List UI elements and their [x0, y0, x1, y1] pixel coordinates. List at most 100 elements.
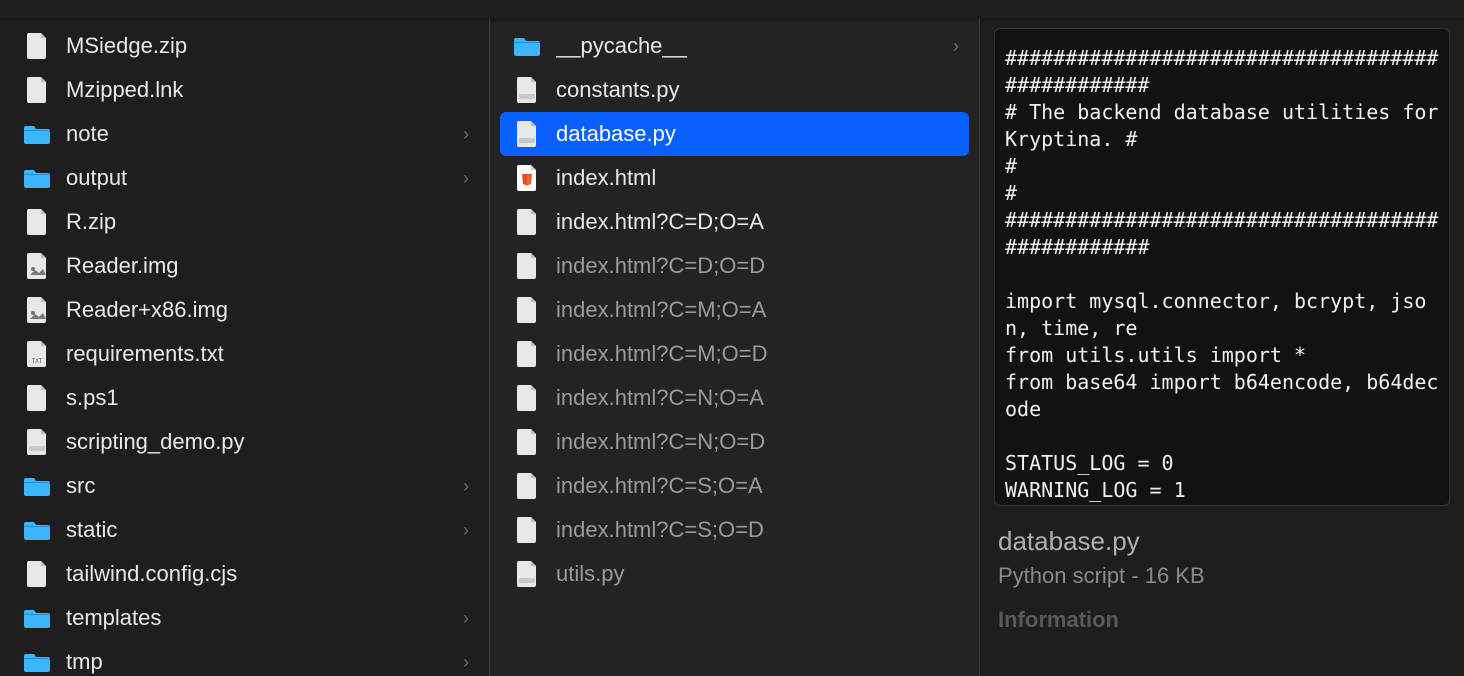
- file-item[interactable]: index.html?C=N;O=D: [500, 420, 969, 464]
- folder-icon: [24, 475, 50, 497]
- file-item[interactable]: index.html?C=S;O=D: [500, 508, 969, 552]
- item-label: index.html: [556, 165, 959, 191]
- item-label: utils.py: [556, 561, 959, 587]
- item-label: s.ps1: [66, 385, 469, 411]
- folder-item[interactable]: static›: [10, 508, 479, 552]
- file-item[interactable]: Reader.img: [10, 244, 479, 288]
- item-label: tmp: [66, 649, 457, 675]
- file-item[interactable]: index.html?C=D;O=D: [500, 244, 969, 288]
- file-txt-icon: TXT: [24, 341, 50, 367]
- file-icon: [26, 385, 48, 411]
- file-html-icon: [514, 165, 540, 191]
- chevron-right-icon: ›: [463, 608, 469, 629]
- folder-item[interactable]: tmp ›: [10, 640, 479, 676]
- item-label: scripting_demo.py: [66, 429, 469, 455]
- file-python-icon: [514, 121, 540, 147]
- file-item[interactable]: s.ps1: [10, 376, 479, 420]
- folder-item[interactable]: src›: [10, 464, 479, 508]
- file-item[interactable]: index.html?C=M;O=D: [500, 332, 969, 376]
- file-generic-icon: [514, 385, 540, 411]
- file-icon: [516, 209, 538, 235]
- item-label: R.zip: [66, 209, 469, 235]
- item-label: Reader+x86.img: [66, 297, 469, 323]
- file-item[interactable]: index.html?C=N;O=A: [500, 376, 969, 420]
- html-file-icon: [516, 165, 538, 191]
- folder-item[interactable]: output›: [10, 156, 479, 200]
- file-icon: [516, 121, 538, 147]
- file-generic-icon: [24, 77, 50, 103]
- file-list-2: __pycache__ › constants.py database.py in…: [490, 18, 979, 602]
- item-label: index.html?C=S;O=A: [556, 473, 959, 499]
- item-label: index.html?C=D;O=D: [556, 253, 959, 279]
- file-generic-icon: [514, 253, 540, 279]
- file-img-icon: [24, 253, 50, 279]
- item-label: MSiedge.zip: [66, 33, 469, 59]
- file-icon: [26, 429, 48, 455]
- file-icon: [26, 253, 48, 279]
- item-label: database.py: [556, 121, 959, 147]
- item-label: __pycache__: [556, 33, 947, 59]
- information-header: Information: [998, 607, 1446, 633]
- folder-icon: [24, 167, 50, 189]
- item-label: note: [66, 121, 457, 147]
- item-label: requirements.txt: [66, 341, 469, 367]
- folder-icon: [24, 607, 50, 629]
- file-icon: [26, 209, 48, 235]
- chevron-right-icon: ›: [463, 124, 469, 145]
- file-icon: [26, 561, 48, 587]
- folder-icon: [514, 35, 540, 57]
- file-generic-icon: [24, 385, 50, 411]
- file-item[interactable]: index.html?C=S;O=A: [500, 464, 969, 508]
- file-item[interactable]: index.html: [500, 156, 969, 200]
- file-item[interactable]: MSiedge.zip: [10, 24, 479, 68]
- file-item[interactable]: Mzipped.lnk: [10, 68, 479, 112]
- file-generic-icon: [514, 429, 540, 455]
- file-python-icon: [514, 77, 540, 103]
- folder-icon: [24, 473, 50, 499]
- item-label: index.html?C=N;O=A: [556, 385, 959, 411]
- top-shadow: [0, 18, 489, 24]
- file-item[interactable]: index.html?C=M;O=A: [500, 288, 969, 332]
- column-3-preview: ########################################…: [980, 18, 1464, 676]
- file-item[interactable]: database.py: [500, 112, 969, 156]
- file-icon: [516, 385, 538, 411]
- chevron-right-icon: ›: [463, 652, 469, 673]
- file-item[interactable]: constants.py: [500, 68, 969, 112]
- folder-icon: [24, 519, 50, 541]
- file-item[interactable]: scripting_demo.py: [10, 420, 479, 464]
- file-item[interactable]: utils.py: [500, 552, 969, 596]
- item-label: Mzipped.lnk: [66, 77, 469, 103]
- folder-item[interactable]: note ›: [10, 112, 479, 156]
- item-label: src: [66, 473, 457, 499]
- item-label: index.html?C=N;O=D: [556, 429, 959, 455]
- file-generic-icon: [514, 297, 540, 323]
- file-generic-icon: [514, 209, 540, 235]
- file-icon: [516, 77, 538, 103]
- column-2: __pycache__ › constants.py database.py in…: [490, 18, 980, 676]
- file-generic-icon: [24, 561, 50, 587]
- item-label: index.html?C=S;O=D: [556, 517, 959, 543]
- file-icon: TXT: [26, 341, 48, 367]
- folder-icon: [24, 651, 50, 673]
- file-icon: [26, 33, 48, 59]
- file-icon: [26, 77, 48, 103]
- file-item[interactable]: index.html?C=D;O=A: [500, 200, 969, 244]
- file-list-1: MSiedge.zip Mzipped.lnk note › output› R.…: [0, 18, 489, 676]
- file-icon: [516, 429, 538, 455]
- file-icon: [516, 341, 538, 367]
- file-item[interactable]: R.zip: [10, 200, 479, 244]
- folder-item[interactable]: __pycache__ ›: [500, 24, 969, 68]
- file-item[interactable]: tailwind.config.cjs: [10, 552, 479, 596]
- item-label: tailwind.config.cjs: [66, 561, 469, 587]
- file-preview: ########################################…: [994, 28, 1450, 506]
- chevron-right-icon: ›: [953, 36, 959, 57]
- file-generic-icon: [24, 33, 50, 59]
- folder-icon: [24, 123, 50, 145]
- chevron-right-icon: ›: [463, 520, 469, 541]
- preview-filetype: Python script - 16 KB: [998, 563, 1446, 589]
- file-item[interactable]: TXT requirements.txt: [10, 332, 479, 376]
- folder-icon: [514, 33, 540, 59]
- file-generic-icon: [514, 473, 540, 499]
- file-item[interactable]: Reader+x86.img: [10, 288, 479, 332]
- folder-item[interactable]: templates›: [10, 596, 479, 640]
